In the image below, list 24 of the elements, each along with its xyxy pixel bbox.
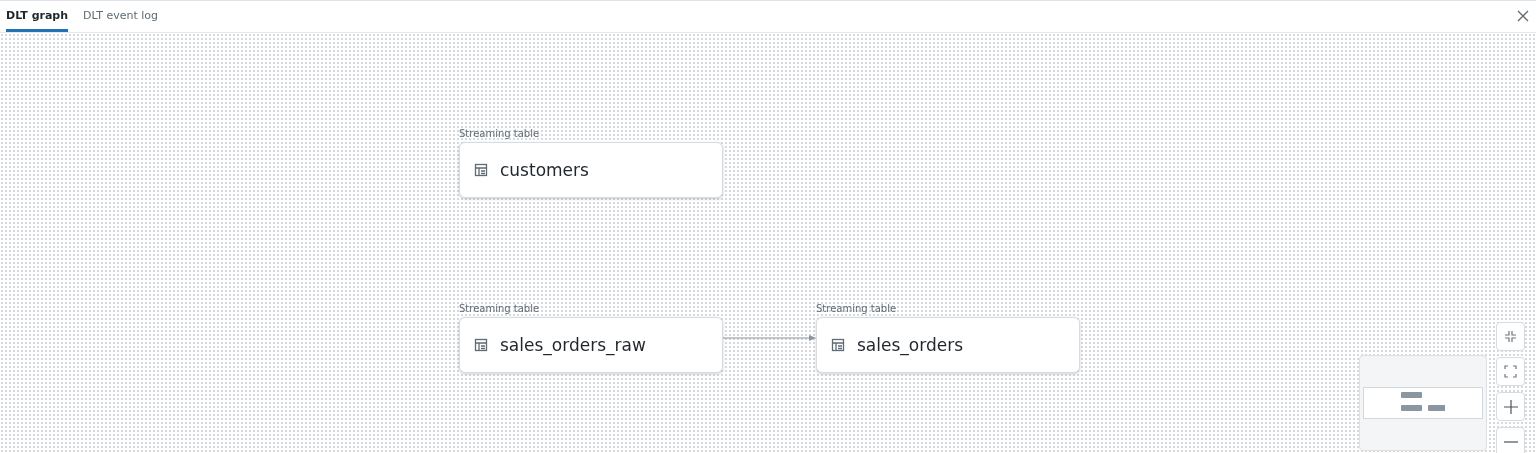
expand-icon bbox=[1504, 365, 1517, 378]
node-name: customers bbox=[500, 160, 589, 180]
node-type-label: Streaming table bbox=[816, 303, 898, 314]
table-icon bbox=[474, 163, 488, 177]
node-name: sales_orders bbox=[857, 335, 963, 355]
collapse-icon bbox=[1504, 330, 1517, 343]
zoom-in-button[interactable] bbox=[1496, 392, 1525, 421]
node-type-label: Streaming table bbox=[459, 303, 541, 314]
node-name: sales_orders_raw bbox=[500, 335, 646, 355]
fullscreen-button[interactable] bbox=[1496, 357, 1525, 386]
node-type-label: Streaming table bbox=[459, 128, 541, 139]
table-node[interactable]: sales_orders_raw bbox=[459, 317, 723, 373]
zoom-out-button[interactable] bbox=[1496, 427, 1525, 453]
table-node[interactable]: customers bbox=[459, 142, 723, 198]
minimap-nodes-drawing bbox=[1401, 392, 1445, 414]
tab[interactable]: DLT event log bbox=[83, 1, 158, 32]
fit-view-button[interactable] bbox=[1496, 322, 1525, 351]
table-icon bbox=[831, 338, 845, 352]
close-icon bbox=[1517, 10, 1529, 22]
minimap[interactable] bbox=[1359, 355, 1487, 451]
plus-icon bbox=[1503, 399, 1518, 414]
table-icon bbox=[474, 338, 488, 352]
table-node[interactable]: sales_orders bbox=[816, 317, 1080, 373]
minus-icon bbox=[1503, 440, 1518, 443]
